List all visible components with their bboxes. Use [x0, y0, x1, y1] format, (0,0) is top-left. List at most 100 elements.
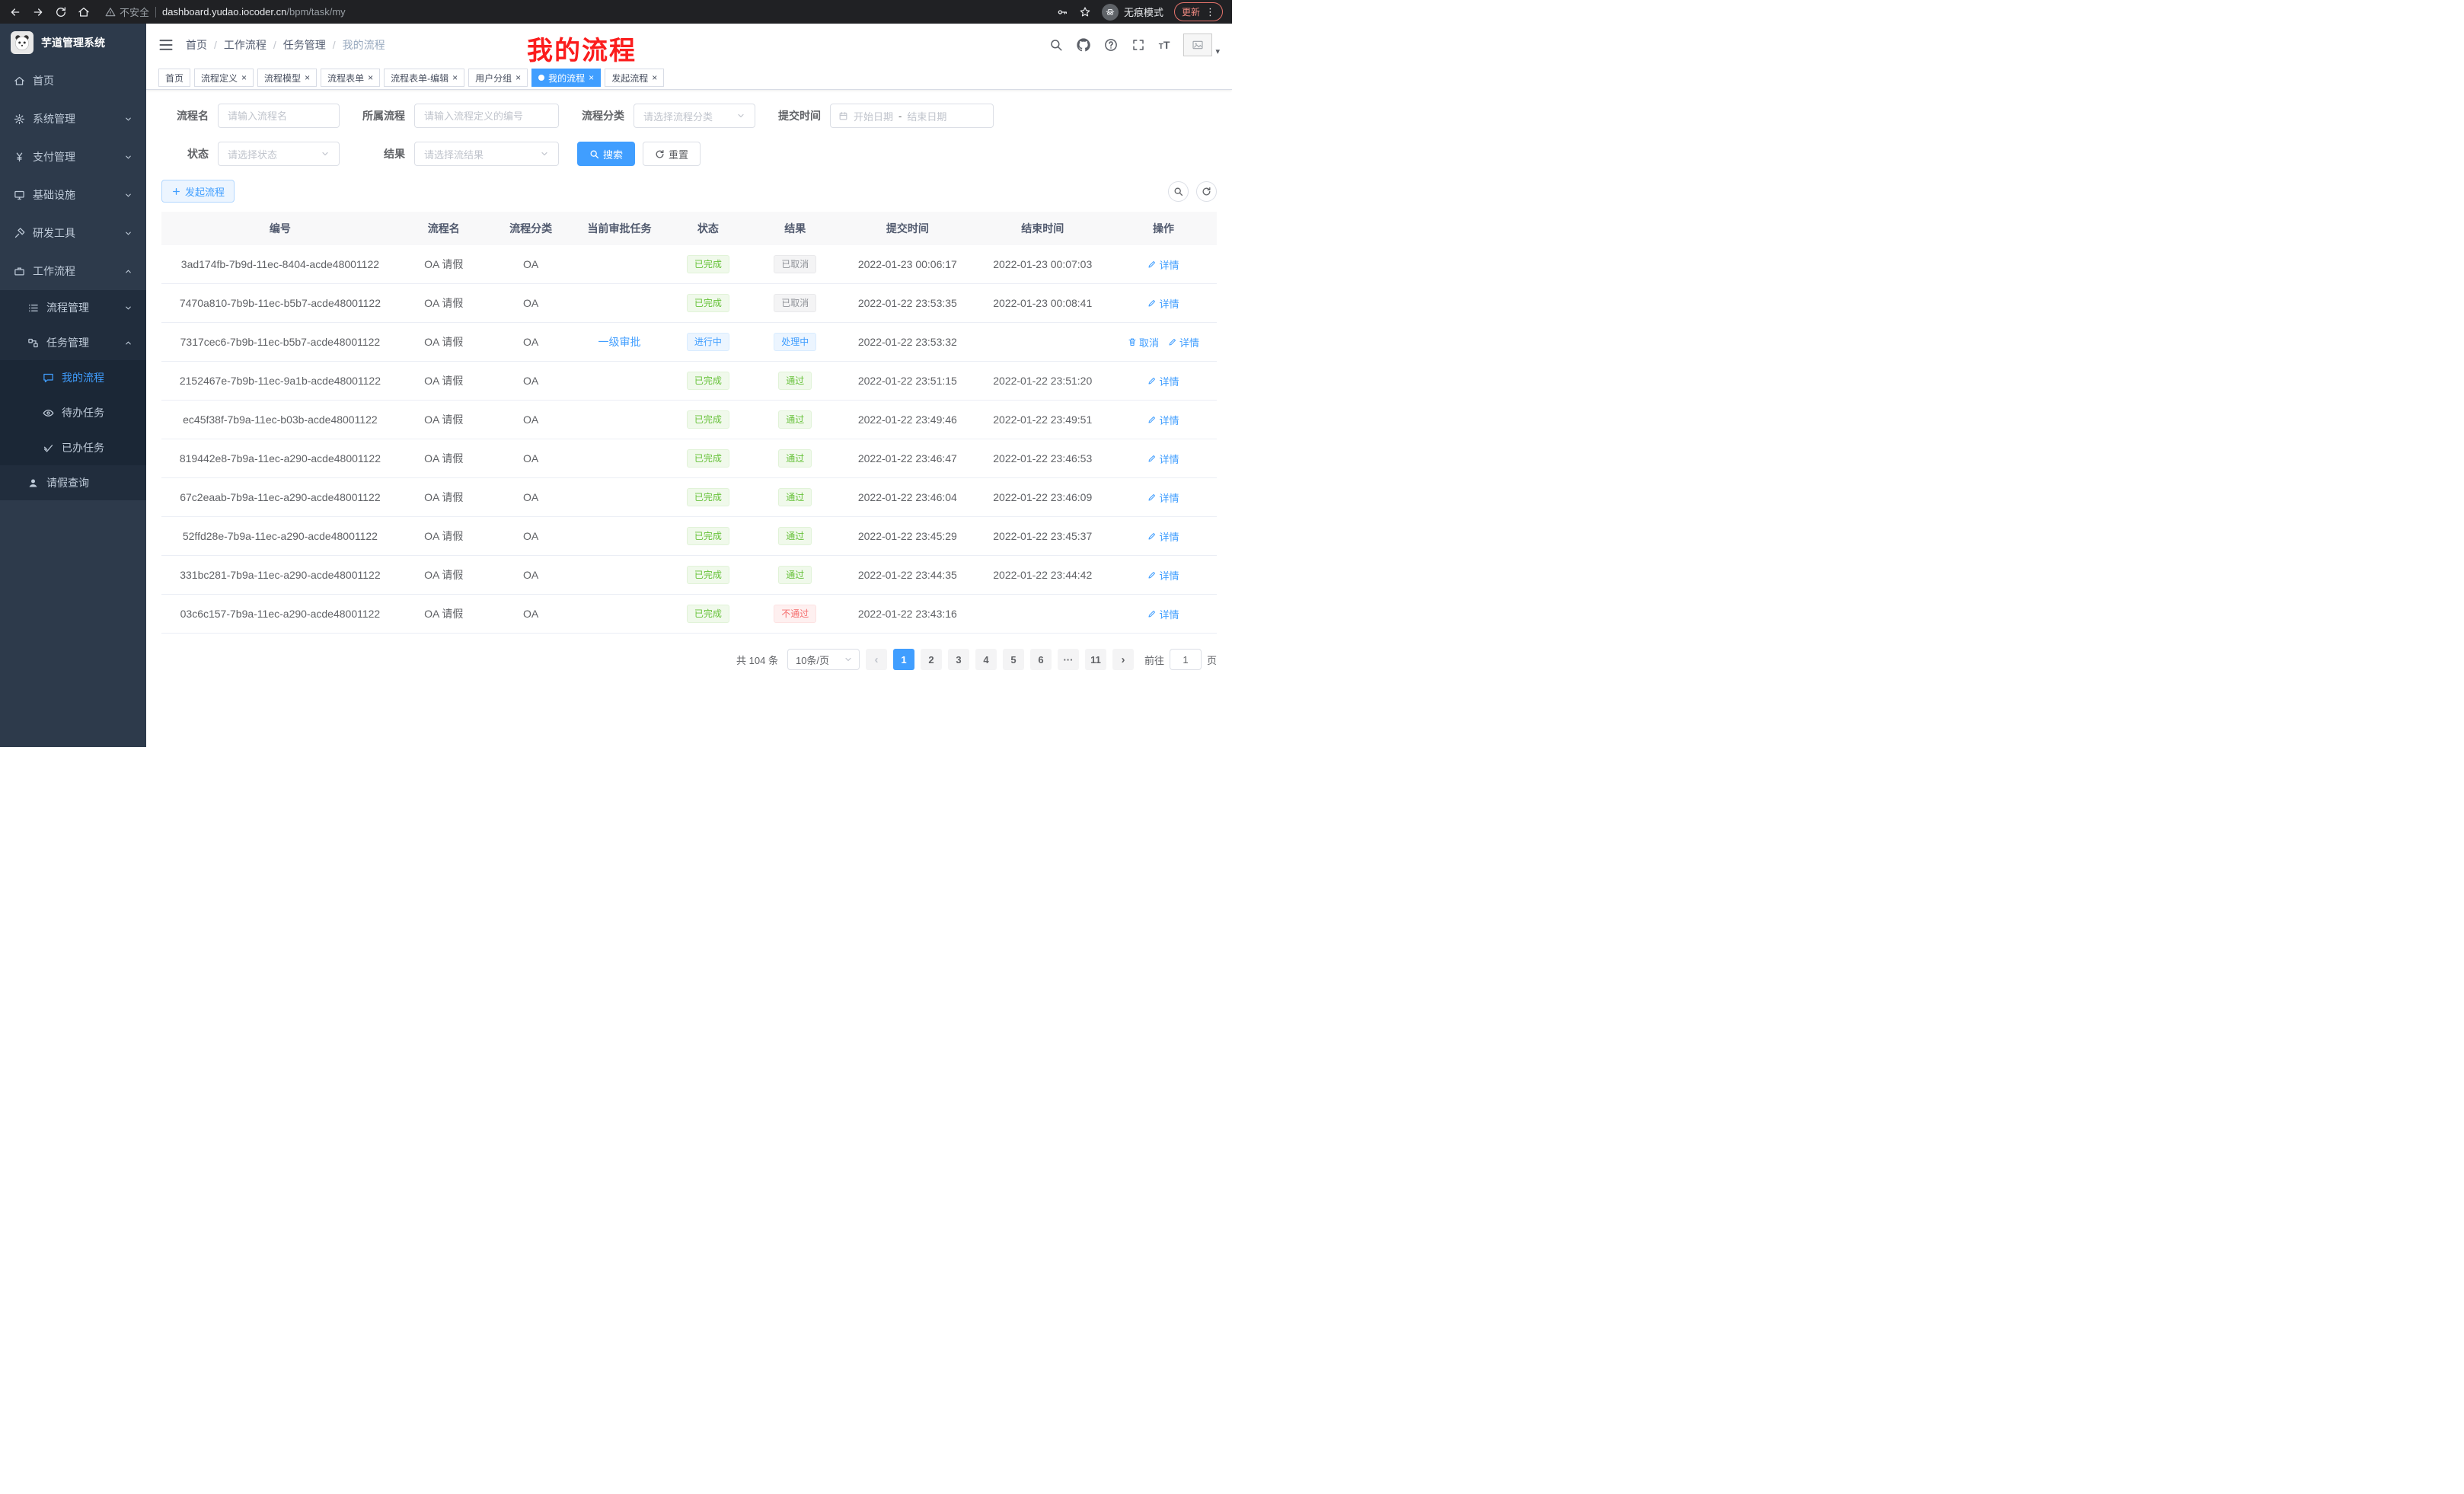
approval-task-link[interactable]: 一级审批 — [598, 336, 640, 348]
status-select[interactable]: 请选择状态 — [218, 142, 340, 166]
page-button[interactable]: 5 — [1003, 649, 1024, 670]
sidebar-item-leave-query[interactable]: 请假查询 — [0, 465, 146, 500]
sidebar-item-infra[interactable]: 基础设施 — [0, 176, 146, 214]
user-menu[interactable]: ▾ — [1183, 34, 1220, 56]
tab-home[interactable]: 首页 — [158, 69, 190, 87]
incognito-indicator[interactable]: 无痕模式 — [1102, 4, 1163, 21]
start-process-button[interactable]: 发起流程 — [161, 180, 235, 203]
reset-button[interactable]: 重置 — [643, 142, 701, 166]
select-placeholder: 请选择流结果 — [424, 147, 484, 161]
app-logo[interactable]: 芋道管理系统 — [0, 24, 146, 62]
tab-process-model[interactable]: 流程模型× — [257, 69, 317, 87]
sidebar-item-todo-tasks[interactable]: 待办任务 — [0, 395, 146, 430]
page-size-select[interactable]: 10条/页 — [787, 649, 860, 670]
close-icon[interactable]: × — [305, 73, 310, 82]
edit-icon — [1147, 609, 1157, 618]
process-definition-input[interactable] — [414, 104, 559, 128]
close-icon[interactable]: × — [368, 73, 373, 82]
detail-link[interactable]: 详情 — [1147, 607, 1179, 621]
help-icon[interactable] — [1104, 38, 1118, 52]
sidebar-item-devtools[interactable]: 研发工具 — [0, 214, 146, 252]
trash-icon — [1128, 337, 1137, 346]
cell-submit-time: 2022-01-22 23:53:35 — [840, 284, 975, 323]
detail-link[interactable]: 详情 — [1147, 452, 1179, 466]
close-icon[interactable]: × — [241, 73, 247, 82]
detail-link[interactable]: 详情 — [1147, 257, 1179, 272]
page-button[interactable]: 3 — [948, 649, 969, 670]
detail-link[interactable]: 详情 — [1147, 413, 1179, 427]
show-search-button[interactable] — [1168, 181, 1189, 202]
tab-user-group[interactable]: 用户分组× — [468, 69, 528, 87]
detail-link[interactable]: 详情 — [1147, 374, 1179, 388]
url[interactable]: dashboard.yudao.iocoder.cn/bpm/task/my — [162, 6, 346, 18]
sidebar-item-process-mgmt[interactable]: 流程管理 — [0, 290, 146, 325]
tab-process-form[interactable]: 流程表单× — [321, 69, 380, 87]
breadcrumb-item[interactable]: 首页 — [186, 37, 207, 53]
tab-my-process[interactable]: 我的流程 × — [531, 69, 601, 87]
search-button[interactable]: 搜索 — [577, 142, 635, 166]
update-button[interactable]: 更新 ⋮ — [1174, 2, 1223, 21]
sidebar-item-home[interactable]: 首页 — [0, 62, 146, 100]
breadcrumb-item[interactable]: 任务管理 — [283, 37, 326, 53]
refresh-table-button[interactable] — [1196, 181, 1217, 202]
cancel-link[interactable]: 取消 — [1128, 335, 1159, 350]
close-icon[interactable]: × — [515, 73, 521, 82]
process-name-input[interactable] — [218, 104, 340, 128]
cell-end-time: 2022-01-23 00:07:03 — [975, 245, 1110, 284]
sidebar-item-payment[interactable]: 支付管理 — [0, 138, 146, 176]
browser-actions: 无痕模式 更新 ⋮ — [1056, 2, 1223, 21]
submit-time-range-picker[interactable]: 开始日期 - 结束日期 — [830, 104, 994, 128]
reload-icon[interactable] — [55, 6, 67, 18]
close-icon[interactable]: × — [589, 73, 594, 82]
bookmark-star-icon[interactable] — [1079, 6, 1091, 18]
github-icon[interactable] — [1077, 38, 1090, 52]
close-icon[interactable]: × — [452, 73, 458, 82]
close-icon[interactable]: × — [652, 73, 657, 82]
category-select[interactable]: 请选择流程分类 — [634, 104, 755, 128]
page-button[interactable]: 4 — [975, 649, 997, 670]
refresh-icon — [655, 149, 665, 159]
breadcrumb-item[interactable]: 工作流程 — [224, 37, 267, 53]
detail-link[interactable]: 详情 — [1147, 296, 1179, 311]
search-icon[interactable] — [1049, 38, 1063, 52]
result-badge: 通过 — [778, 372, 812, 390]
prev-page-button[interactable]: ‹ — [866, 649, 887, 670]
page-button[interactable]: 1 — [893, 649, 914, 670]
forward-icon[interactable] — [32, 6, 44, 18]
result-badge: 已取消 — [774, 294, 816, 312]
more-pages-button[interactable]: ··· — [1058, 649, 1079, 670]
page-button[interactable]: 2 — [921, 649, 942, 670]
detail-link[interactable]: 详情 — [1168, 335, 1199, 350]
home-nav-icon[interactable] — [78, 6, 90, 18]
font-size-icon[interactable]: TT — [1159, 39, 1170, 51]
tab-process-definition[interactable]: 流程定义× — [194, 69, 254, 87]
table-row: 52ffd28e-7b9a-11ec-a290-acde48001122 OA … — [161, 517, 1217, 556]
cell-end-time: 2022-01-22 23:51:20 — [975, 362, 1110, 401]
sidebar-item-workflow[interactable]: 工作流程 — [0, 252, 146, 290]
tab-label: 我的流程 — [548, 72, 585, 85]
detail-link[interactable]: 详情 — [1147, 568, 1179, 583]
security-warning[interactable]: 不安全 — [105, 5, 149, 19]
page-button[interactable]: 6 — [1030, 649, 1052, 670]
result-select[interactable]: 请选择流结果 — [414, 142, 559, 166]
hamburger-icon[interactable] — [158, 37, 174, 53]
fullscreen-icon[interactable] — [1131, 38, 1145, 52]
cell-task — [573, 439, 666, 478]
sidebar-item-done-tasks[interactable]: 已办任务 — [0, 430, 146, 465]
tab-start-process[interactable]: 发起流程× — [605, 69, 664, 87]
tab-process-form-edit[interactable]: 流程表单-编辑× — [384, 69, 464, 87]
goto-page-input[interactable] — [1170, 649, 1202, 670]
key-icon[interactable] — [1056, 6, 1068, 18]
address-bar[interactable]: 不安全 dashboard.yudao.iocoder.cn/bpm/task/… — [105, 5, 346, 19]
sidebar-item-my-process[interactable]: 我的流程 — [0, 360, 146, 395]
browser-menu-icon[interactable]: ⋮ — [1205, 6, 1215, 18]
result-badge: 已取消 — [774, 255, 816, 273]
sidebar-item-system[interactable]: 系统管理 — [0, 100, 146, 138]
sidebar-item-task-mgmt[interactable]: 任务管理 — [0, 325, 146, 360]
detail-link[interactable]: 详情 — [1147, 529, 1179, 544]
detail-link[interactable]: 详情 — [1147, 490, 1179, 505]
cell-id: 2152467e-7b9b-11ec-9a1b-acde48001122 — [161, 362, 399, 401]
next-page-button[interactable]: › — [1112, 649, 1134, 670]
page-button[interactable]: 11 — [1085, 649, 1106, 670]
back-icon[interactable] — [9, 6, 21, 18]
